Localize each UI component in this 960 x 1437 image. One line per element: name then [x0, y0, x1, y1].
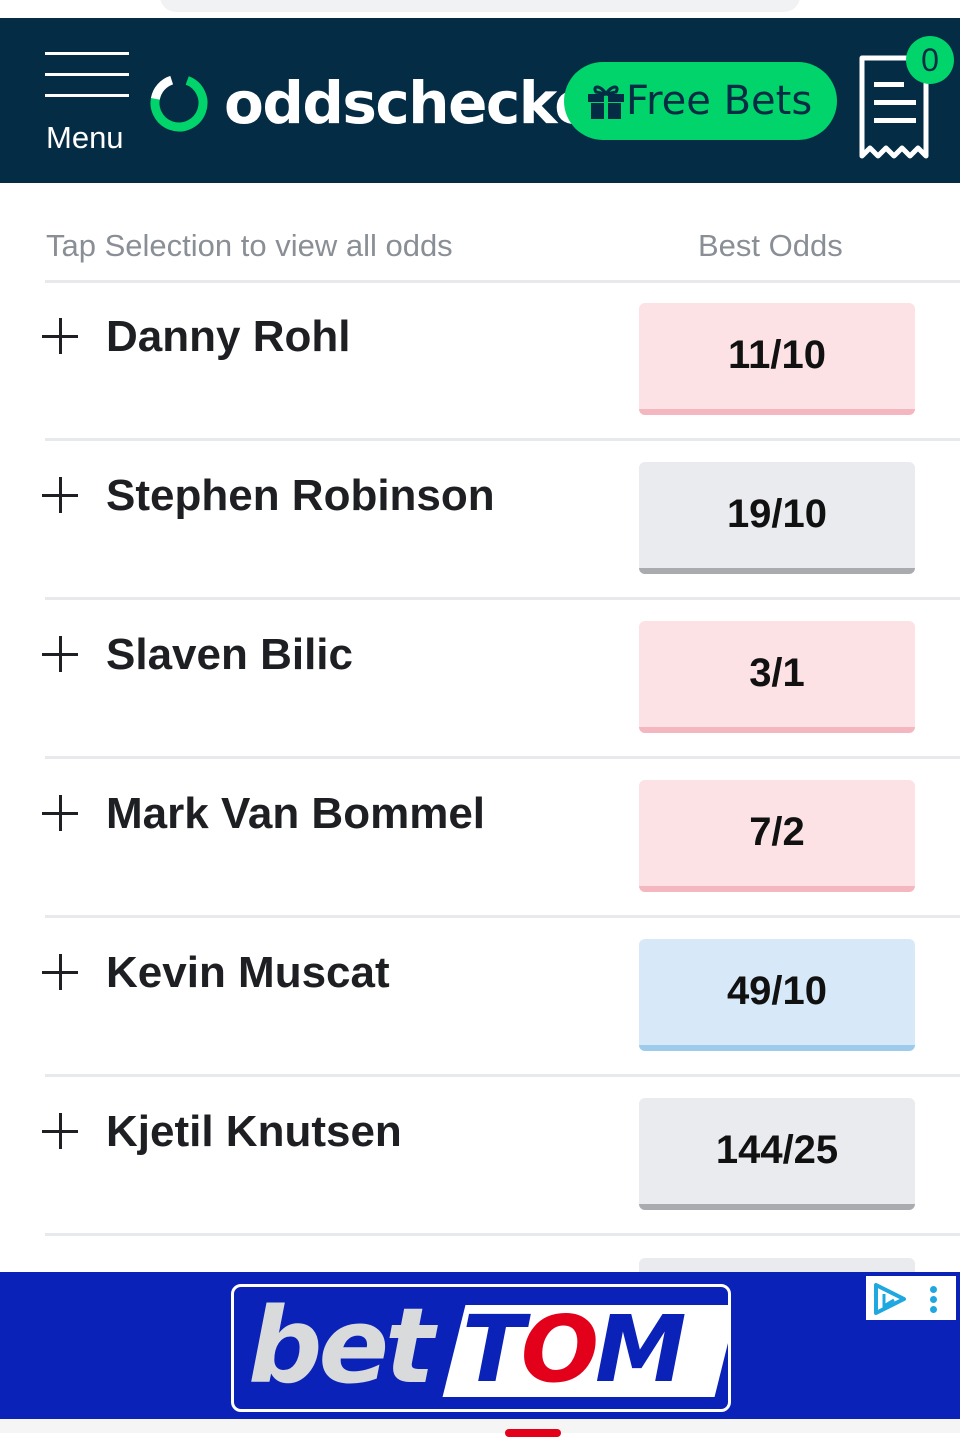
- best-odds-button[interactable]: 11/10: [639, 303, 915, 415]
- free-bets-button[interactable]: Free Bets: [564, 62, 837, 140]
- gift-icon: [588, 85, 624, 119]
- oddschecker-ring-icon: [150, 74, 208, 132]
- ad-brand-m: M: [594, 1296, 687, 1403]
- selection-column-header: Tap Selection to view all odds: [46, 228, 453, 263]
- best-odds-button[interactable]: 49/10: [639, 939, 915, 1051]
- address-bar-edge: [160, 0, 800, 12]
- adchoices-icon: [874, 1283, 906, 1315]
- free-bets-label: Free Bets: [626, 78, 813, 124]
- best-odds-button[interactable]: 7/2: [639, 780, 915, 892]
- selection-name[interactable]: Mark Van Bommel: [106, 789, 485, 839]
- site-header: Menu oddschecker Free Bets 0: [0, 18, 960, 183]
- plus-icon[interactable]: [42, 795, 78, 831]
- ad-brand-bet: bet: [248, 1285, 435, 1407]
- menu-label: Menu: [46, 120, 124, 155]
- selection-row[interactable]: Danny Rohl 11/10: [0, 281, 960, 438]
- menu-button[interactable]: Menu: [40, 52, 140, 162]
- hamburger-icon-line: [45, 94, 129, 97]
- selection-name[interactable]: Kjetil Knutsen: [106, 1107, 402, 1157]
- browser-top-strip: [0, 0, 960, 18]
- ad-brand-tom: TOM: [462, 1295, 687, 1405]
- hamburger-icon-line: [45, 73, 129, 76]
- best-odds-button[interactable]: 19/10: [639, 462, 915, 574]
- ad-brand-t: T: [462, 1296, 525, 1403]
- plus-icon[interactable]: [42, 1113, 78, 1149]
- selection-row[interactable]: Kjetil Knutsen 144/25: [0, 1076, 960, 1233]
- plus-icon[interactable]: [42, 636, 78, 672]
- best-odds-button[interactable]: 3/1: [639, 621, 915, 733]
- logo-wordmark: oddschecker: [224, 69, 621, 137]
- browser-bottom-strip: [0, 1419, 960, 1437]
- plus-icon[interactable]: [42, 318, 78, 354]
- bettom-ad-logo[interactable]: bet TOM: [231, 1284, 731, 1412]
- ad-banner[interactable]: bet TOM: [0, 1272, 960, 1419]
- best-odds-column-header: Best Odds: [698, 228, 843, 263]
- ad-menu-icon[interactable]: [928, 1284, 938, 1314]
- selection-row[interactable]: Slaven Bilic 3/1: [0, 599, 960, 756]
- adchoices-button[interactable]: [866, 1276, 956, 1320]
- plus-icon[interactable]: [42, 954, 78, 990]
- betslip-count-badge: 0: [906, 36, 954, 84]
- selection-row[interactable]: Mark Van Bommel 7/2: [0, 758, 960, 915]
- selection-name[interactable]: Stephen Robinson: [106, 471, 495, 521]
- ad-brand-o: O: [520, 1296, 599, 1403]
- bottom-indicator: [505, 1429, 561, 1437]
- hamburger-icon: [45, 52, 129, 55]
- plus-icon[interactable]: [42, 477, 78, 513]
- selection-name[interactable]: Danny Rohl: [106, 312, 350, 362]
- divider: [45, 1233, 960, 1236]
- betslip-button[interactable]: 0: [856, 36, 954, 162]
- selection-name[interactable]: Kevin Muscat: [106, 948, 390, 998]
- selection-row[interactable]: Kevin Muscat 49/10: [0, 917, 960, 1074]
- selection-name[interactable]: Slaven Bilic: [106, 630, 353, 680]
- selection-row[interactable]: Stephen Robinson 19/10: [0, 440, 960, 597]
- best-odds-button[interactable]: 144/25: [639, 1098, 915, 1210]
- oddschecker-logo[interactable]: oddschecker: [146, 68, 621, 138]
